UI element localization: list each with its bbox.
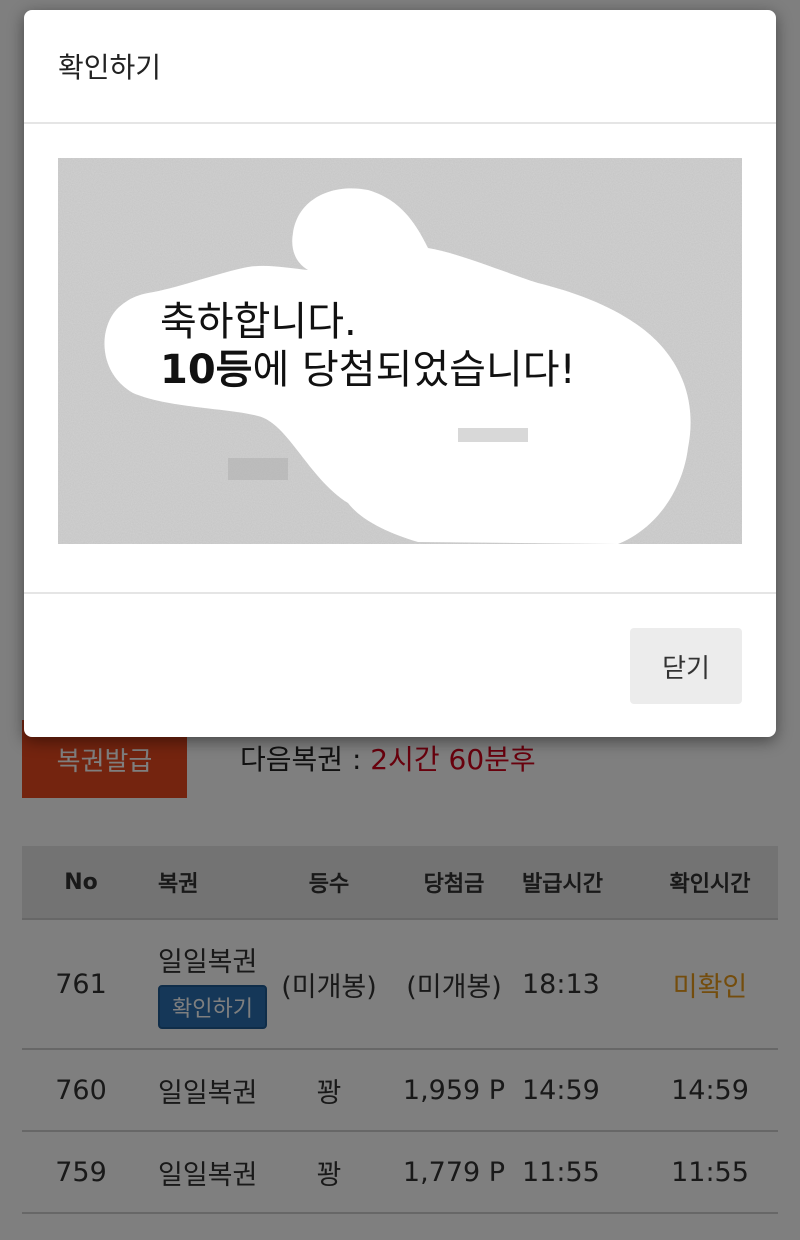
modal-title: 확인하기 bbox=[58, 51, 162, 84]
modal-footer: 닫기 bbox=[24, 594, 776, 735]
modal-header: 확인하기 bbox=[24, 10, 776, 124]
result-text: 에 당첨되었습니다! bbox=[252, 347, 576, 393]
won-rank: 10등 bbox=[160, 347, 253, 393]
congrats-text: 축하합니다. bbox=[160, 299, 357, 345]
scratch-card-image: 축하합니다. 10등에 당첨되었습니다! bbox=[58, 158, 742, 544]
result-line: 10등에 당첨되었습니다! bbox=[160, 346, 576, 394]
confirm-modal: 확인하기 축하합니다. 10등에 당첨되었습니다! 닫기 bbox=[24, 10, 776, 737]
close-button[interactable]: 닫기 bbox=[630, 628, 742, 704]
prize-message: 축하합니다. 10등에 당첨되었습니다! bbox=[160, 298, 576, 394]
modal-body: 축하합니다. 10등에 당첨되었습니다! bbox=[24, 124, 776, 594]
